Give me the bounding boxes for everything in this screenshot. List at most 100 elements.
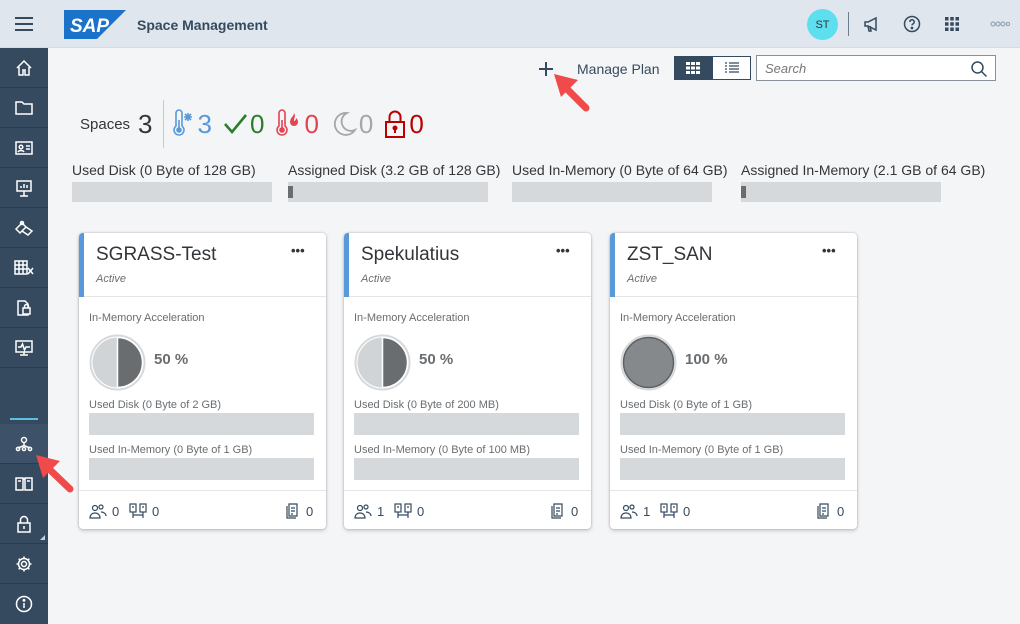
grid-icon[interactable]	[940, 12, 964, 36]
lock-icon	[385, 110, 406, 138]
shell-divider	[848, 12, 849, 36]
documents-icon	[551, 503, 563, 519]
card-accent	[610, 233, 615, 297]
accel-pie	[620, 334, 677, 391]
connections-icon	[660, 503, 678, 518]
used-in-memory-label: Used In-Memory (0 Byte of 1 GB)	[620, 444, 784, 456]
used-in-memory-label: Used In-Memory (0 Byte of 100 MB)	[354, 444, 531, 456]
accel-pie	[89, 334, 146, 391]
accel-label: In-Memory Acceleration	[89, 312, 205, 324]
accel-label: In-Memory Acceleration	[620, 312, 736, 324]
avatar[interactable]: ST	[807, 9, 838, 40]
assigned-disk-fill	[288, 186, 293, 198]
used-in-memory-bar	[354, 458, 579, 480]
used-disk-bar	[89, 413, 314, 435]
connections-count: 0	[394, 503, 424, 519]
help-icon[interactable]	[900, 12, 924, 36]
hot-spaces-count: 0	[304, 108, 319, 139]
users-icon	[354, 504, 372, 519]
accel-percent: 50 %	[154, 351, 189, 368]
locked-spaces-count: 0	[409, 108, 424, 139]
used-disk-label: Used Disk (0 Byte of 200 MB)	[354, 399, 499, 411]
inactive-spaces-kpi[interactable]: 0	[329, 109, 373, 140]
card-more-icon[interactable]: •••	[556, 243, 570, 258]
hot-spaces-kpi[interactable]: 0	[274, 108, 319, 140]
more-icon[interactable]	[988, 12, 1012, 36]
hot-thermometer-icon	[276, 109, 299, 136]
list-view-button[interactable]	[712, 56, 751, 80]
megaphone-icon[interactable]	[860, 12, 884, 36]
nav-separator	[10, 418, 38, 420]
spaces-label: Spaces	[80, 115, 131, 133]
assigned-in-memory-fill	[741, 186, 746, 198]
card-footer: 1 0 0	[610, 490, 857, 529]
sap-logo[interactable]: SAP	[64, 10, 126, 39]
connections-count: 0	[129, 503, 159, 519]
search-icon[interactable]	[970, 60, 988, 78]
users-icon	[620, 504, 638, 519]
card-footer: 1 0 0	[344, 490, 591, 529]
checkmark-icon	[224, 114, 247, 135]
space-card[interactable]: Spekulatius ••• Active In-Memory Acceler…	[344, 233, 591, 529]
space-kpi-row: Spaces 3 3 0 0 0 0	[80, 100, 434, 148]
data-access-icon[interactable]	[0, 288, 48, 328]
search-input[interactable]	[756, 55, 996, 81]
card-title: ZST_SAN	[627, 244, 713, 265]
info-icon[interactable]	[0, 584, 48, 624]
accel-percent: 50 %	[419, 351, 454, 368]
settings-icon[interactable]	[0, 544, 48, 584]
used-disk-label: Used Disk (0 Byte of 1 GB)	[620, 399, 753, 411]
accel-label: In-Memory Acceleration	[354, 312, 470, 324]
presentation-icon[interactable]	[0, 168, 48, 208]
card-status: Active	[361, 273, 391, 285]
folder-icon[interactable]	[0, 88, 48, 128]
app-title: Space Management	[137, 17, 268, 33]
tile-view-button[interactable]	[674, 56, 712, 80]
space-card[interactable]: SGRASS-Test ••• Active In-Memory Acceler…	[79, 233, 326, 529]
accel-percent: 100 %	[685, 351, 728, 368]
business-card-icon[interactable]	[0, 128, 48, 168]
card-status: Active	[627, 273, 657, 285]
used-disk-bar	[354, 413, 579, 435]
documents-icon	[286, 503, 298, 519]
used-disk-bar	[72, 182, 272, 202]
shell-bar: SAP Space Management ST	[0, 0, 1020, 48]
data-builder-icon[interactable]	[0, 208, 48, 248]
users-count: 1	[620, 503, 650, 519]
used-in-memory-label: Used In-Memory (0 Byte of 64 GB)	[512, 162, 728, 178]
objects-count: 0	[816, 503, 844, 519]
cold-spaces-count: 3	[197, 108, 212, 139]
menu-icon[interactable]	[0, 0, 48, 48]
users-count: 0	[89, 503, 119, 519]
used-disk-bar	[620, 413, 845, 435]
moon-icon	[333, 112, 357, 136]
ok-spaces-count: 0	[249, 108, 265, 139]
ok-spaces-kpi[interactable]: 0	[222, 109, 264, 140]
kpi-divider	[162, 100, 164, 148]
cold-spaces-kpi[interactable]: 3	[170, 109, 212, 140]
card-footer: 0 0 0	[79, 490, 326, 529]
connections-icon	[394, 503, 412, 518]
connections-count: 0	[660, 503, 690, 519]
home-icon[interactable]	[0, 48, 48, 88]
card-more-icon[interactable]: •••	[822, 243, 836, 258]
documents-icon	[817, 503, 829, 519]
used-disk-label: Used Disk (0 Byte of 128 GB)	[72, 162, 256, 178]
annotation-arrow	[36, 455, 74, 493]
space-card[interactable]: ZST_SAN ••• Active In-Memory Acceleratio…	[610, 233, 857, 529]
connections-icon	[129, 503, 147, 518]
card-accent	[344, 233, 349, 297]
card-title: Spekulatius	[361, 244, 460, 265]
cold-thermometer-icon	[172, 109, 192, 136]
used-in-memory-label: Used In-Memory (0 Byte of 1 GB)	[89, 444, 253, 456]
assigned-disk-bar	[288, 182, 488, 202]
monitor-icon[interactable]	[0, 328, 48, 368]
table-view-icon[interactable]	[0, 248, 48, 288]
card-more-icon[interactable]: •••	[291, 243, 305, 258]
spaces-count: 3	[138, 108, 153, 139]
used-disk-label: Used Disk (0 Byte of 2 GB)	[89, 399, 222, 411]
assigned-disk-label: Assigned Disk (3.2 GB of 128 GB)	[288, 162, 501, 178]
security-icon[interactable]	[0, 504, 48, 544]
used-in-memory-bar	[620, 458, 845, 480]
locked-spaces-kpi[interactable]: 0	[383, 108, 424, 140]
